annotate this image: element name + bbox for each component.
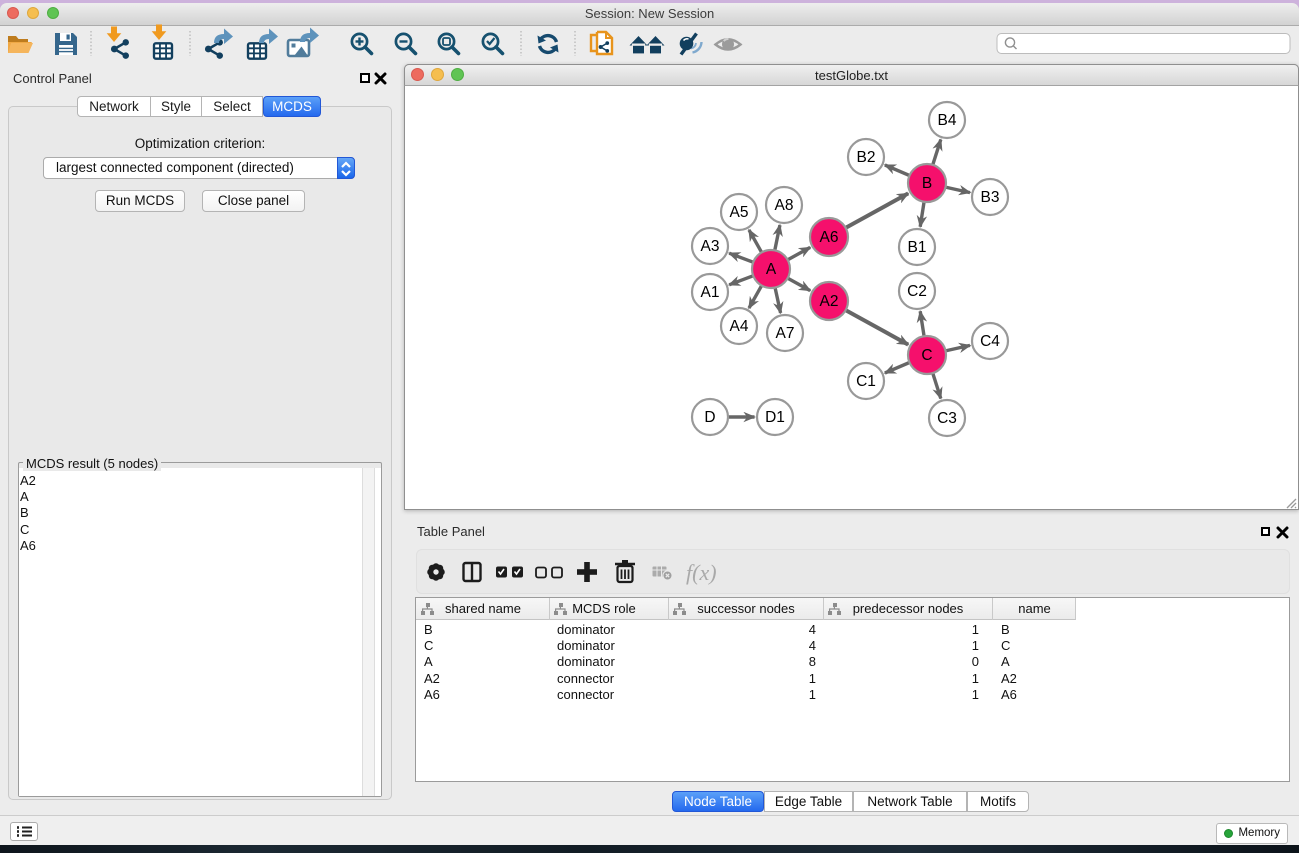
svg-text:A1: A1 [701,284,720,301]
svg-text:A: A [766,261,777,278]
svg-text:A2: A2 [820,293,839,310]
svg-text:B1: B1 [908,239,927,256]
svg-text:A8: A8 [775,197,794,214]
svg-text:A7: A7 [776,325,795,342]
svg-text:D: D [704,409,715,426]
svg-text:B3: B3 [981,189,1000,206]
svg-text:C2: C2 [907,283,927,300]
svg-text:B2: B2 [857,149,876,166]
svg-text:B: B [922,175,932,192]
svg-text:C4: C4 [980,333,1000,350]
svg-text:f(x): f(x) [686,560,717,585]
svg-text:D1: D1 [765,409,785,426]
svg-text:A5: A5 [730,204,749,221]
svg-text:A6: A6 [820,229,839,246]
svg-text:C: C [921,347,932,364]
svg-text:C3: C3 [937,410,957,427]
svg-text:B4: B4 [938,112,957,129]
svg-text:C1: C1 [856,373,876,390]
svg-text:A4: A4 [730,318,749,335]
svg-text:A3: A3 [701,238,720,255]
